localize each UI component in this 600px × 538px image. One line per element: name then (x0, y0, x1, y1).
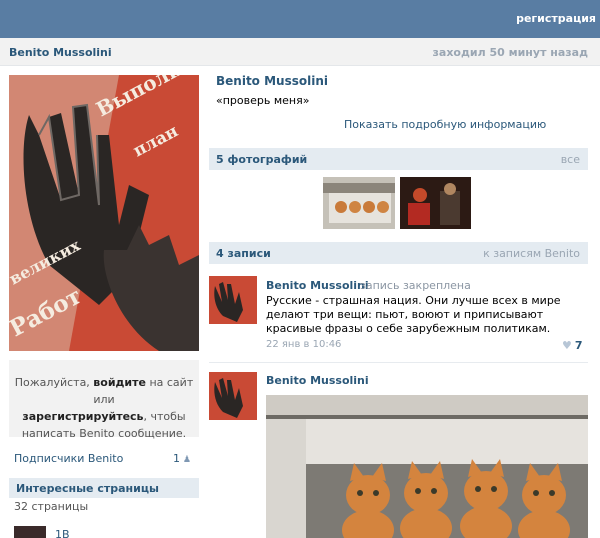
profile-photo[interactable]: Выполним план великих Работ (9, 75, 199, 351)
photos-all-link[interactable]: все (561, 153, 580, 166)
subscribers-count[interactable]: 1 ♟ (173, 452, 191, 465)
post-date[interactable]: 22 янв в 10:46 (266, 339, 341, 350)
post-photo[interactable] (266, 395, 588, 538)
page-name[interactable]: 1B (55, 528, 70, 538)
wall-title[interactable]: 4 записи (216, 247, 271, 260)
post-text: Русские - страшная нация. Они лучше всех… (266, 294, 561, 335)
profile-status: «проверь меня» (216, 94, 310, 107)
heart-icon: ♥ (562, 339, 572, 352)
photo-thumbnail-1[interactable] (323, 177, 395, 229)
login-link[interactable]: войдите (93, 376, 146, 389)
post-avatar[interactable] (209, 372, 257, 420)
profile-name: Benito Mussolini (216, 74, 328, 88)
interesting-pages-count: 32 страницы (14, 500, 89, 513)
post-author[interactable]: Benito Mussolini (266, 374, 369, 387)
like-button[interactable]: ♥ 7 (562, 339, 583, 352)
photo-thumbnail-2[interactable] (400, 177, 471, 229)
subscribers-link[interactable]: Подписчики Benito (14, 452, 123, 465)
profile-name-header: Benito Mussolini (9, 46, 112, 59)
photos-title[interactable]: 5 фотографий (216, 153, 307, 166)
post-author[interactable]: Benito Mussolini (266, 279, 369, 292)
register-prompt-link[interactable]: зарегистрируйтесь (22, 410, 143, 423)
photos-header[interactable]: 5 фотографий все (209, 148, 588, 170)
profile-name-bar: Benito Mussolini заходил 50 минут назад (0, 38, 600, 66)
more-info-link[interactable]: Показать подробную информацию (344, 118, 546, 131)
post-avatar[interactable] (209, 276, 257, 324)
people-icon: ♟ (180, 455, 191, 465)
wall-link[interactable]: к записям Benito (483, 247, 580, 260)
wall-header[interactable]: 4 записи к записям Benito (209, 242, 588, 264)
login-prompt: Пожалуйста, войдите на сайт или зарегист… (9, 360, 199, 440)
register-link[interactable]: регистрация (516, 12, 596, 25)
post-divider (209, 362, 588, 363)
last-seen: заходил 50 минут назад (432, 46, 588, 59)
page-thumbnail[interactable] (14, 526, 46, 538)
interesting-pages-header[interactable]: Интересные страницы (9, 478, 199, 498)
top-bar: регистрация (0, 0, 600, 38)
pinned-label: запись закреплена (360, 279, 471, 292)
